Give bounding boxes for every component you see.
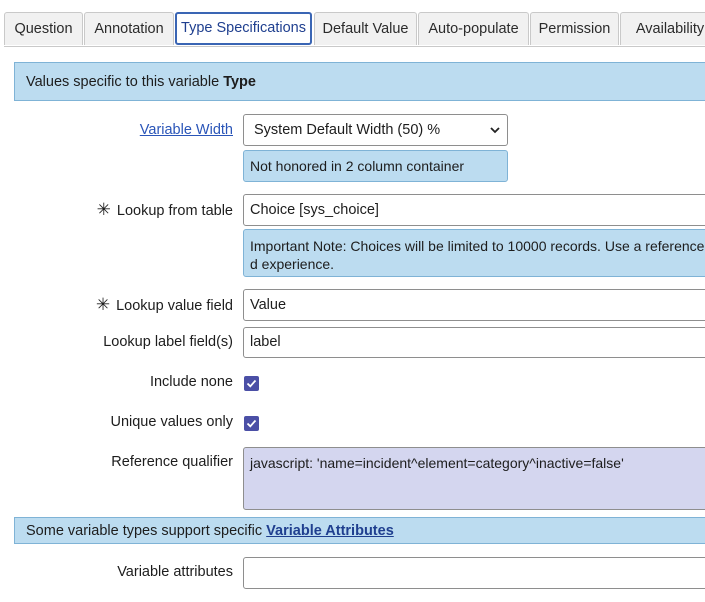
tab-type-specifications[interactable]: Type Specifications (175, 12, 312, 45)
tab-permission[interactable]: Permission (530, 12, 619, 45)
tab-default-value[interactable]: Default Value (314, 12, 417, 45)
attributes-banner-text: Some variable types support specific (26, 523, 267, 539)
variable-attributes-input[interactable] (243, 557, 705, 589)
variable-width-value: System Default Width (50) % (254, 122, 441, 138)
lookup-table-input[interactable]: Choice [sys_choice] (243, 194, 705, 226)
reference-qualifier-label: Reference qualifier (111, 454, 233, 470)
tab-divider (4, 46, 705, 47)
variable-attributes-label: Variable attributes (117, 564, 233, 580)
lookup-table-note: Important Note: Choices will be limited … (243, 229, 705, 277)
lookup-table-label-text: Lookup from table (116, 203, 233, 219)
lookup-value-input[interactable]: Value (243, 289, 705, 321)
variable-width-note: Not honored in 2 column container (243, 150, 508, 182)
unique-values-checkbox[interactable] (244, 416, 259, 431)
tab-auto-populate[interactable]: Auto-populate (418, 12, 529, 45)
required-icon: ✳ (95, 295, 111, 314)
include-none-checkbox[interactable] (244, 376, 259, 391)
lookup-value-label-text: Lookup value field (116, 298, 233, 314)
lookup-label-label: Lookup label field(s) (103, 334, 233, 350)
tab-annotation[interactable]: Annotation (84, 12, 174, 45)
variable-width-link[interactable]: Variable Width (140, 122, 233, 138)
unique-values-label: Unique values only (110, 414, 233, 430)
variable-width-select[interactable]: System Default Width (50) % (243, 114, 508, 146)
checkmark-icon (246, 379, 257, 388)
tab-question[interactable]: Question (4, 12, 83, 45)
lookup-table-label: ✳ Lookup from table (97, 200, 233, 220)
tab-bar: Question Annotation Type Specifications … (4, 12, 705, 47)
chevron-down-icon (490, 127, 500, 134)
type-banner-text: Values specific to this variable (26, 74, 224, 90)
lookup-value-label: ✳ Lookup value field (96, 295, 233, 315)
variable-attributes-link[interactable]: Variable Attributes (266, 523, 394, 539)
type-info-banner: Values specific to this variable Type (14, 62, 705, 101)
required-icon: ✳ (96, 200, 111, 219)
reference-qualifier-textarea[interactable]: javascript: 'name=incident^element=categ… (243, 447, 705, 510)
attributes-info-banner: Some variable types support specific Var… (14, 517, 705, 544)
tab-availability[interactable]: Availability (620, 12, 705, 45)
type-banner-bold: Type (223, 74, 256, 90)
checkmark-icon (246, 419, 257, 428)
variable-width-label: Variable Width (140, 122, 233, 138)
include-none-label: Include none (149, 374, 233, 390)
lookup-label-input[interactable]: label (243, 327, 705, 358)
